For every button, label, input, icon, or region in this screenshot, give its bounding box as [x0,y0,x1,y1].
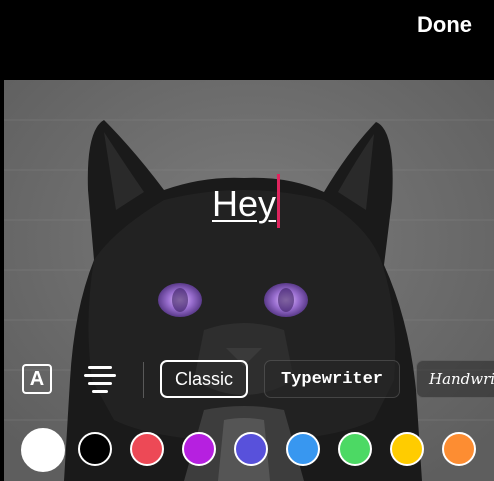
color-swatch-purple[interactable] [182,432,216,466]
style-chip-label: Typewriter [280,369,384,389]
text-background-toggle-icon[interactable]: A [22,364,52,394]
done-button[interactable]: Done [417,12,472,38]
color-swatch-yellow[interactable] [390,432,424,466]
style-chip-typewriter[interactable]: Typewriter [264,360,400,398]
style-chip-label: Classic [174,368,233,389]
color-swatch-white[interactable] [21,428,65,472]
text-input-overlay[interactable]: Hey [212,174,281,230]
text-background-toggle-glyph: A [29,367,45,390]
align-line [88,366,112,369]
color-swatch-black[interactable] [78,432,112,466]
align-line [84,374,116,377]
style-chip-handwriting[interactable]: Handwriting [416,360,494,398]
toolbar-divider [143,362,144,398]
color-swatch-indigo[interactable] [234,432,268,466]
align-line [88,382,112,385]
color-swatch-orange[interactable] [442,432,476,466]
align-center-icon[interactable] [84,364,116,394]
text-editor-screen: Done Hey A Classic Typewriter Handwr [0,0,494,481]
align-line [92,390,108,393]
color-swatch-green[interactable] [338,432,372,466]
color-picker [0,422,494,478]
style-chip-label: Handwriting [429,370,494,388]
color-swatch-blue[interactable] [286,432,320,466]
typed-text[interactable]: Hey [212,182,276,226]
text-caret [277,174,281,228]
cat-photo-image [4,80,494,481]
color-swatch-red[interactable] [130,432,164,466]
text-style-toolbar: A Classic Typewriter Handwriting [0,356,494,402]
top-bar: Done [0,0,494,80]
style-chip-classic[interactable]: Classic [160,360,248,398]
background-photo [4,80,494,481]
